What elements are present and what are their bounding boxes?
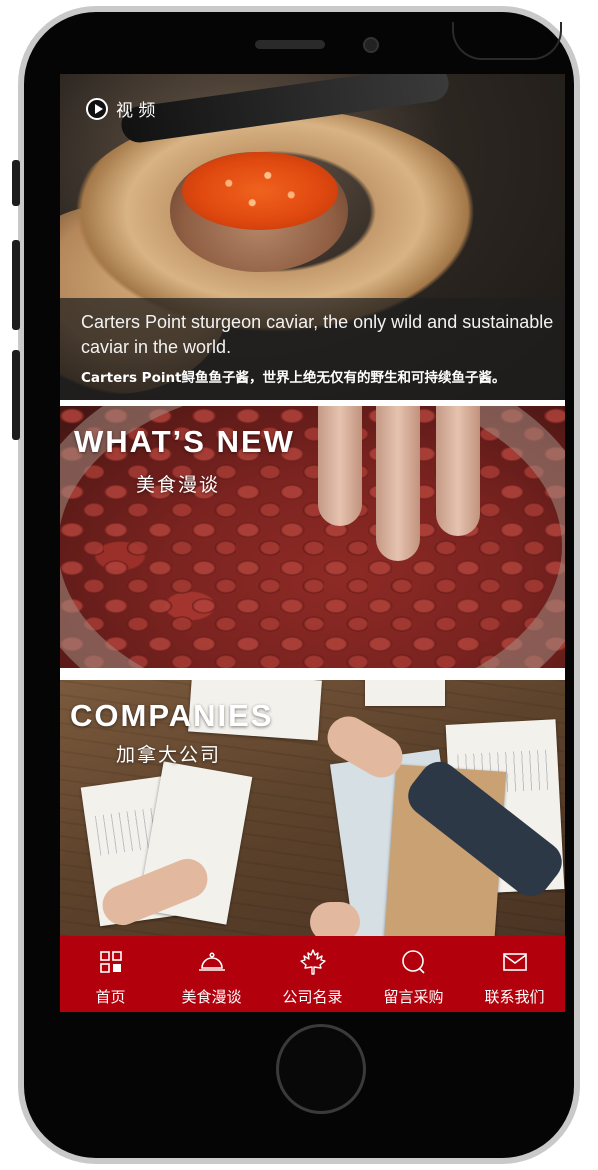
whats-new-subtitle: 美食漫谈: [136, 474, 221, 496]
nav-item-food[interactable]: 美食漫谈: [161, 936, 262, 1012]
front-camera: [363, 37, 379, 53]
hand-image: [310, 902, 360, 936]
whats-new-card[interactable]: WHAT’S NEW 美食漫谈: [60, 406, 565, 668]
nav-label-companies: 公司名录: [282, 988, 343, 1006]
mute-switch: [12, 160, 20, 206]
paper-doc: [365, 680, 445, 706]
nav-label-home: 首页: [95, 988, 126, 1006]
bottom-nav: 首页 美食漫谈 公司名录 留言采购 联系我们: [60, 936, 565, 1012]
chat-icon: [400, 948, 428, 976]
cloche-icon: [198, 948, 226, 976]
app-screen: 视 频 Carters Point sturgeon caviar, the o…: [60, 74, 565, 1012]
nav-label-message: 留言采购: [383, 988, 444, 1006]
caption-english: Carters Point sturgeon caviar, the only …: [81, 312, 554, 357]
companies-card[interactable]: COMPANIES 加拿大公司: [60, 680, 565, 936]
home-button[interactable]: [276, 1024, 366, 1114]
play-icon: [86, 97, 108, 120]
video-label: 视 频: [116, 101, 156, 121]
notch-outline: [452, 22, 562, 60]
companies-subtitle: 加拿大公司: [116, 744, 222, 766]
nav-label-contact: 联系我们: [484, 988, 545, 1006]
nav-item-home[interactable]: 首页: [60, 936, 161, 1012]
maple-leaf-icon: [299, 948, 327, 976]
nav-item-contact[interactable]: 联系我们: [464, 936, 565, 1012]
caption-chinese: Carters Point鲟鱼鱼子酱，世界上绝无仅有的野生和可持续鱼子酱。: [81, 370, 506, 386]
mail-icon: [501, 948, 529, 976]
nav-item-companies[interactable]: 公司名录: [262, 936, 363, 1012]
nav-item-message[interactable]: 留言采购: [363, 936, 464, 1012]
grid-icon: [97, 948, 125, 976]
companies-title: COMPANIES: [70, 698, 274, 733]
volume-up-button: [12, 240, 20, 330]
earpiece-speaker: [255, 40, 325, 49]
caviar-image: [182, 152, 338, 230]
hand-image: [318, 406, 488, 561]
nav-label-food: 美食漫谈: [181, 988, 242, 1006]
video-banner[interactable]: 视 频 Carters Point sturgeon caviar, the o…: [60, 74, 565, 400]
volume-down-button: [12, 350, 20, 440]
video-tag[interactable]: 视 频: [86, 96, 155, 121]
whats-new-title: WHAT’S NEW: [74, 424, 295, 459]
